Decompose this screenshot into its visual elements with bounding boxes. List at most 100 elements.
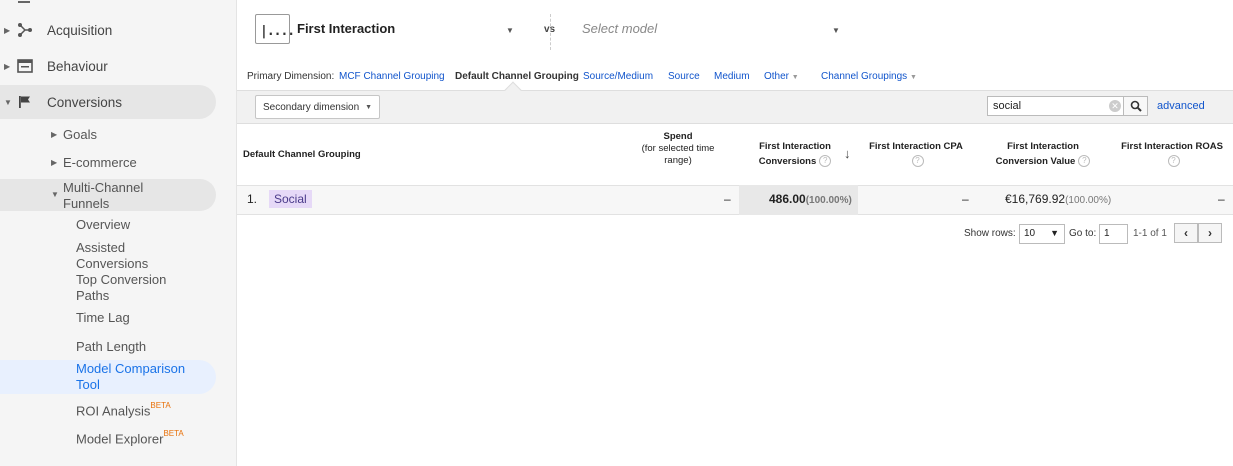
goto-label: Go to:: [1069, 228, 1097, 239]
behaviour-icon: [17, 58, 33, 74]
channel-groupings-label: Channel Groupings: [821, 71, 908, 82]
chevron-down-icon: ▼: [365, 103, 372, 111]
col-header-value-label: First Interaction Conversion Value: [995, 141, 1079, 167]
select-model-dropdown[interactable]: Select model: [582, 21, 657, 36]
caret-right-icon: ▶: [51, 130, 58, 139]
nav-time-lag[interactable]: Time Lag: [76, 310, 130, 326]
cell-value: €16,769.92(100.00%): [1005, 192, 1111, 206]
show-rows-value: 10: [1024, 228, 1036, 239]
nav-ecommerce[interactable]: ▶ E-commerce: [0, 155, 216, 172]
nav-acquisition[interactable]: ▶ Acquisition: [0, 13, 216, 47]
search-button[interactable]: [1123, 96, 1148, 116]
caret-right-icon: ▶: [4, 25, 11, 35]
help-icon[interactable]: ?: [1078, 155, 1091, 168]
help-icon[interactable]: ?: [911, 155, 924, 168]
page-range: 1-1 of 1: [1133, 228, 1167, 239]
caret-down-icon: ▼: [4, 97, 12, 107]
nav-path-length[interactable]: Path Length: [76, 339, 146, 355]
cell-roas: –: [1218, 192, 1225, 206]
sort-descending-icon[interactable]: ↓: [844, 146, 851, 161]
col-header-roas-label: First Interaction ROAS: [1121, 141, 1223, 152]
model-name[interactable]: First Interaction: [297, 21, 395, 36]
col-header-default-channel-grouping[interactable]: Default Channel Grouping: [243, 147, 361, 162]
cell-conversions-pct: (100.00%): [805, 195, 852, 206]
nav-goals-label: Goals: [63, 127, 97, 142]
col-header-spend[interactable]: Spend (for selected time range): [634, 131, 722, 167]
cell-cpa: –: [962, 192, 969, 206]
caret-right-icon: ▶: [4, 61, 11, 71]
channel-social-link[interactable]: Social: [269, 190, 312, 208]
nav-ecommerce-label: E-commerce: [63, 155, 137, 170]
pd-source[interactable]: Source: [668, 71, 700, 82]
col-header-first-interaction-cpa[interactable]: First Interaction CPA ?: [868, 139, 964, 169]
sidebar-top-stub: [18, 0, 30, 3]
nav-assisted-conversions[interactable]: Assisted Conversions: [76, 240, 166, 272]
nav-conversions-label: Conversions: [47, 94, 123, 110]
pd-other[interactable]: Other ▼: [764, 71, 799, 82]
pd-source-medium[interactable]: Source/Medium: [583, 71, 653, 82]
col-header-cpa-label: First Interaction CPA: [869, 141, 963, 152]
cell-value-pct: (100.00%): [1065, 195, 1112, 206]
model-dropdown-icon[interactable]: ▼: [506, 26, 514, 35]
chevron-right-icon: ›: [1208, 226, 1212, 240]
nav-behaviour[interactable]: ▶ Behaviour: [0, 49, 216, 83]
show-rows-select[interactable]: 10 ▼: [1019, 224, 1065, 244]
cell-conversions-value: 486.00: [769, 192, 806, 206]
channel-groupings-dropdown[interactable]: Channel Groupings ▼: [821, 71, 917, 82]
col-header-first-interaction-conversion-value[interactable]: First Interaction Conversion Value?: [988, 139, 1098, 169]
flag-icon: [17, 94, 33, 110]
chevron-down-icon: ▼: [791, 74, 799, 81]
nav-goals[interactable]: ▶ Goals: [0, 127, 216, 144]
nav-roi-analysis[interactable]: ROI AnalysisBETA: [76, 400, 171, 419]
nav-multi-channel-funnels[interactable]: ▼ Multi-Channel Funnels: [0, 179, 216, 211]
chevron-left-icon: ‹: [1184, 226, 1188, 240]
vs-divider: [550, 14, 551, 50]
nav-model-explorer-label: Model Explorer: [76, 431, 164, 447]
pd-mcf-channel-grouping[interactable]: MCF Channel Grouping: [339, 71, 445, 82]
row-index: 1.: [247, 192, 258, 206]
nav-model-comparison-tool[interactable]: Model Comparison Tool: [76, 361, 186, 393]
caret-right-icon: ▶: [51, 158, 58, 167]
col-header-first-interaction-roas[interactable]: First Interaction ROAS ?: [1120, 139, 1224, 169]
prev-page-button[interactable]: ‹: [1174, 223, 1198, 243]
nav-behaviour-label: Behaviour: [47, 58, 108, 74]
nav-roi-analysis-label: ROI Analysis: [76, 403, 151, 419]
goto-input[interactable]: 1: [1099, 224, 1128, 244]
caret-down-icon: ▼: [51, 190, 59, 199]
show-rows-label: Show rows:: [964, 228, 1016, 239]
acquisition-icon: [17, 22, 33, 38]
cell-conversions: 486.00(100.00%): [769, 192, 852, 206]
select-model-dropdown-icon[interactable]: ▼: [832, 26, 840, 35]
model-icon: |....: [255, 14, 295, 44]
help-icon[interactable]: ?: [1167, 155, 1180, 168]
col-header-spend-label: Spend: [663, 131, 693, 142]
chevron-down-icon: ▼: [909, 74, 917, 81]
nav-conversions[interactable]: ▼ Conversions: [0, 85, 216, 119]
beta-badge: BETA: [150, 401, 171, 410]
pd-other-label: Other: [764, 71, 790, 82]
caret-down-icon: ▼: [1050, 228, 1059, 238]
pd-default-channel-grouping[interactable]: Default Channel Grouping: [455, 71, 579, 82]
primary-dimension-label: Primary Dimension:: [247, 71, 335, 82]
nav-mcf-label: Multi-Channel Funnels: [63, 180, 144, 211]
page: ▶ Acquisition ▶ Behaviour ▼ Conversions …: [0, 0, 1233, 466]
cell-value-amount: €16,769.92: [1005, 192, 1066, 206]
beta-badge: BETA: [163, 429, 184, 438]
nav-model-explorer[interactable]: Model ExplorerBETA: [76, 428, 184, 447]
cell-spend: –: [724, 192, 731, 206]
sidebar: ▶ Acquisition ▶ Behaviour ▼ Conversions …: [0, 0, 237, 466]
nav-overview[interactable]: Overview: [76, 217, 130, 233]
col-header-spend-sub: (for selected time range): [641, 143, 715, 166]
clear-search-icon[interactable]: ✕: [1109, 100, 1121, 112]
search-icon: [1130, 100, 1142, 112]
nav-top-conversion-paths[interactable]: Top Conversion Paths: [76, 272, 186, 304]
nav-acquisition-label: Acquisition: [47, 22, 113, 38]
search-input[interactable]: [987, 96, 1124, 116]
secondary-dimension-dropdown[interactable]: Secondary dimension ▼: [255, 95, 380, 119]
col-header-first-interaction-conversions[interactable]: First Interaction Conversions?: [748, 139, 842, 169]
secondary-dimension-label: Secondary dimension: [263, 101, 360, 113]
pd-medium[interactable]: Medium: [714, 71, 750, 82]
next-page-button[interactable]: ›: [1198, 223, 1222, 243]
help-icon[interactable]: ?: [819, 155, 832, 168]
advanced-link[interactable]: advanced: [1157, 100, 1205, 112]
